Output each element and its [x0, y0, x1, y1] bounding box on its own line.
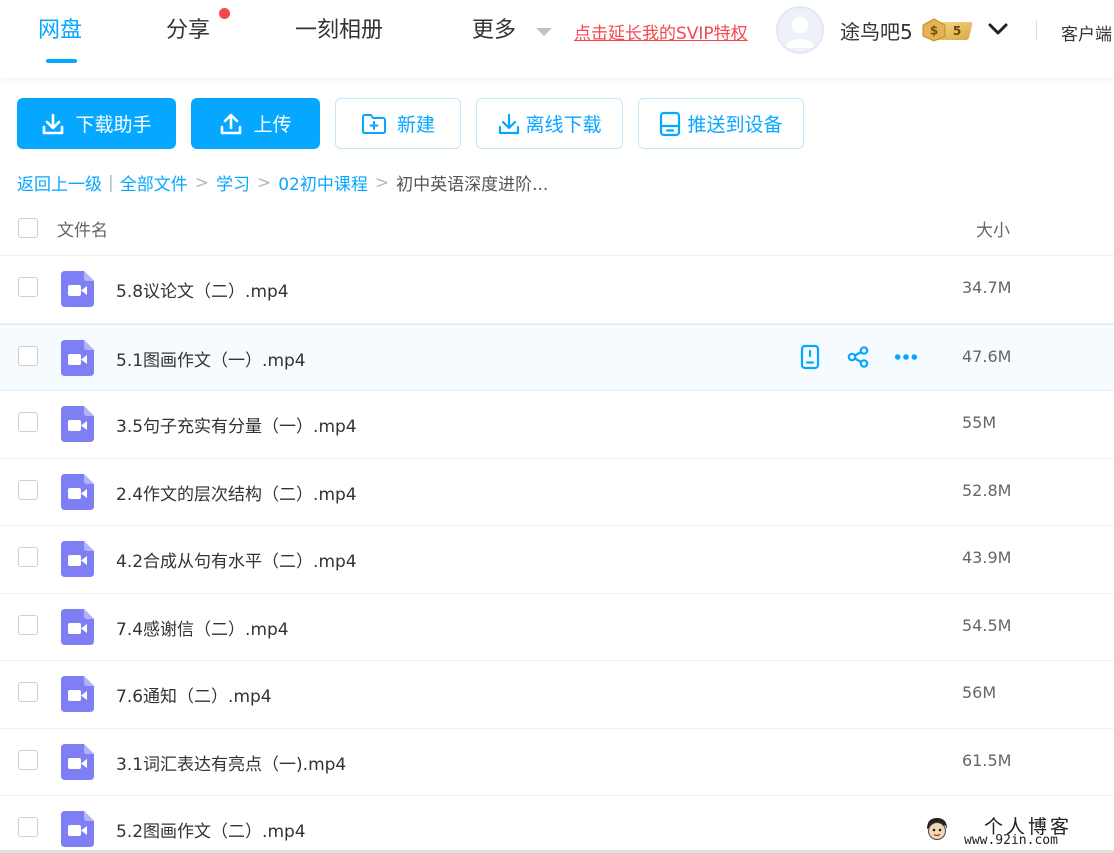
video-file-icon [61, 676, 94, 712]
select-all-checkbox[interactable] [18, 218, 38, 238]
push-to-device-button[interactable]: 推送到设备 [638, 98, 804, 149]
notification-dot [219, 8, 230, 19]
video-file-icon [61, 608, 94, 645]
file-name[interactable]: 5.2图画作文（二）.mp4 [116, 817, 306, 842]
file-name[interactable]: 4.2合成从句有水平（二）.mp4 [116, 547, 357, 572]
tab-netdisk[interactable]: 网盘 [38, 14, 82, 48]
tab-share[interactable]: 分享 [166, 14, 210, 48]
row-checkbox[interactable] [18, 277, 38, 297]
watermark-url: www.92in.com [964, 833, 1058, 848]
avatar[interactable] [776, 6, 824, 54]
file-name[interactable]: 3.5句子充实有分量（一）.mp4 [116, 412, 357, 437]
video-file-icon [61, 339, 94, 376]
upload-label: 上传 [253, 114, 292, 136]
cartoon-face-icon [927, 818, 947, 840]
file-row[interactable]: 7.6通知（二）.mp4 56M [0, 661, 1114, 729]
offline-download-label: 离线下载 [525, 114, 602, 136]
breadcrumb-separator: > [194, 172, 209, 193]
row-checkbox[interactable] [18, 817, 38, 837]
vip-badge-icon: $ 5 [922, 18, 973, 42]
user-avatar-icon [785, 17, 815, 48]
more-dropdown-caret-icon[interactable] [536, 28, 552, 36]
video-file-icon [61, 271, 94, 307]
tab-album[interactable]: 一刻相册 [295, 14, 383, 48]
client-download-link[interactable]: 客户端 [1061, 20, 1112, 45]
file-row[interactable]: 7.4感谢信（二）.mp4 54.5M [0, 593, 1114, 661]
breadcrumb-separator: > [374, 172, 390, 193]
video-file-icon [61, 541, 94, 577]
download-helper-label: 下载助手 [75, 114, 152, 136]
breadcrumb-divider: | [108, 172, 114, 193]
nav-divider [1036, 20, 1037, 40]
svg-text:$: $ [930, 24, 938, 38]
file-name[interactable]: 7.4感谢信（二）.mp4 [116, 615, 289, 640]
file-row[interactable]: 4.2合成从句有水平（二）.mp4 43.9M [0, 526, 1114, 594]
new-folder-icon [361, 113, 386, 134]
device-icon [660, 111, 681, 136]
download-icon [43, 113, 64, 134]
offline-download-button[interactable]: 离线下载 [476, 98, 623, 149]
row-checkbox[interactable] [18, 614, 38, 635]
column-header-size[interactable]: 大小 [976, 216, 1010, 241]
file-row[interactable]: 5.1图画作文（一）.mp4 47.6M [0, 323, 1114, 391]
more-options-icon[interactable] [894, 342, 918, 372]
video-file-icon [61, 743, 94, 780]
file-name[interactable]: 2.4作文的层次结构（二）.mp4 [116, 480, 357, 505]
tab-more[interactable]: 更多 [472, 14, 516, 48]
breadcrumb-study[interactable]: 学习 [216, 170, 250, 195]
file-list-header: 文件名 大小 [0, 200, 1114, 256]
breadcrumb-junior-courses[interactable]: 02初中课程 [278, 170, 368, 195]
upload-button[interactable]: 上传 [191, 98, 320, 149]
file-size: 47.6M [962, 346, 1012, 366]
file-size: 55M [962, 413, 997, 432]
file-size: 56M [962, 683, 997, 702]
file-size: 34.7M [962, 278, 1012, 297]
download-helper-button[interactable]: 下载助手 [17, 98, 176, 149]
top-navigation: 网盘 分享 一刻相册 更多 点击延长我的SVIP特权 途鸟吧5 $ 5 客户端 [0, 0, 1114, 78]
offline-download-icon [499, 113, 520, 134]
file-name[interactable]: 5.8议论文（二）.mp4 [116, 277, 289, 302]
new-folder-label: 新建 [396, 114, 435, 136]
svip-extend-link[interactable]: 点击延长我的SVIP特权 [574, 19, 748, 44]
breadcrumb-current: 初中英语深度进阶... [396, 175, 549, 195]
file-name[interactable]: 7.6通知（二）.mp4 [116, 682, 272, 707]
video-file-icon [61, 473, 94, 510]
file-row[interactable]: 3.1词汇表达有亮点（一).mp4 61.5M [0, 728, 1114, 796]
share-icon[interactable] [846, 342, 870, 372]
file-name[interactable]: 5.1图画作文（一）.mp4 [116, 346, 306, 371]
breadcrumb-back[interactable]: 返回上一级 [17, 170, 102, 195]
video-file-icon [61, 811, 94, 847]
username[interactable]: 途鸟吧5 [840, 16, 913, 45]
active-tab-indicator [46, 59, 77, 63]
row-checkbox[interactable] [18, 682, 38, 702]
file-row[interactable]: 2.4作文的层次结构（二）.mp4 52.8M [0, 458, 1114, 526]
chevron-down-icon[interactable] [987, 20, 1009, 38]
file-size: 43.9M [962, 548, 1012, 567]
row-checkbox[interactable] [18, 412, 38, 432]
row-checkbox[interactable] [18, 345, 38, 366]
row-actions [798, 342, 918, 372]
file-name[interactable]: 3.1词汇表达有亮点（一).mp4 [116, 750, 346, 775]
breadcrumb: 返回上一级 | 全部文件 > 学习 > 02初中课程 > 初中英语深度进阶... [17, 170, 549, 196]
upload-icon [221, 113, 242, 134]
push-to-device-icon[interactable] [798, 342, 822, 372]
new-folder-button[interactable]: 新建 [335, 98, 461, 149]
vip-level: 5 [953, 24, 961, 38]
file-size: 61.5M [962, 750, 1012, 770]
row-checkbox[interactable] [18, 479, 38, 500]
video-file-icon [61, 406, 94, 442]
breadcrumb-separator: > [256, 172, 272, 193]
row-checkbox[interactable] [18, 749, 38, 770]
file-row[interactable]: 5.8议论文（二）.mp4 34.7M [0, 256, 1114, 324]
push-to-device-label: 推送到设备 [687, 114, 783, 136]
file-row[interactable]: 3.5句子充实有分量（一）.mp4 55M [0, 391, 1114, 459]
breadcrumb-all-files[interactable]: 全部文件 [120, 170, 188, 195]
file-size: 52.8M [962, 480, 1012, 500]
file-size: 54.5M [962, 615, 1012, 635]
blog-watermark: 个人博客 www.92in.com [924, 812, 1114, 853]
file-list: 5.8议论文（二）.mp4 34.7M 5.1图画作文（一）.mp4 47.6M… [0, 256, 1114, 853]
row-checkbox[interactable] [18, 547, 38, 567]
column-header-name[interactable]: 文件名 [57, 216, 108, 241]
